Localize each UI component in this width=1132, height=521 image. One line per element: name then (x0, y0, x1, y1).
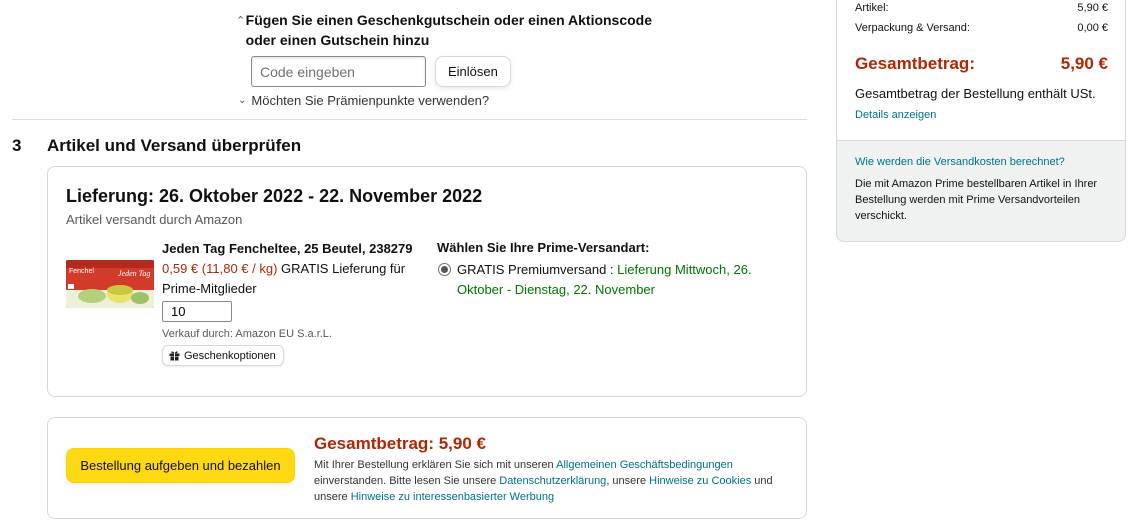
reward-points-toggle[interactable]: ⌄ Möchten Sie Prämienpunkte verwenden? (238, 93, 489, 108)
summary-items-label: Artikel: (855, 2, 889, 14)
order-total: Gesamtbetrag: 5,90 € (314, 434, 486, 454)
order-total-value: 5,90 € (438, 434, 486, 453)
product-image-brand: Jeden Tag (118, 269, 151, 278)
legal-text-3: , unsere (606, 475, 647, 487)
quantity-input[interactable] (162, 301, 232, 322)
unit-price: (11,80 € / kg) (201, 261, 278, 276)
radio-selected-icon[interactable] (438, 263, 451, 276)
section-number: 3 (12, 136, 22, 155)
code-input[interactable] (251, 56, 426, 87)
gift-code-header[interactable]: ⌃ Fügen Sie einen Geschenkgutschein oder… (236, 10, 656, 50)
section-divider (12, 119, 807, 120)
order-legal-text: Mit Ihrer Bestellung erklären Sie sich m… (314, 457, 794, 505)
legal-text-1: Mit Ihrer Bestellung erklären Sie sich m… (314, 459, 554, 471)
gift-options-button[interactable]: Geschenkoptionen (162, 345, 284, 366)
summary-items-row: Artikel: 5,90 € (855, 2, 1108, 14)
product-name[interactable]: Jeden Tag Fencheltee, 25 Beutel, 238279 (162, 239, 427, 259)
shipment-card: Lieferung: 26. Oktober 2022 - 22. Novemb… (47, 166, 807, 397)
product-info: Jeden Tag Fencheltee, 25 Beutel, 238279 … (162, 239, 427, 366)
summary-shipping-label: Verpackung & Versand: (855, 22, 970, 34)
shipped-by-text: Artikel versandt durch Amazon (66, 212, 243, 227)
sold-by-text: Verkauf durch: Amazon EU S.a.r.L. (162, 328, 332, 340)
legal-text-2: einverstanden. Bitte lesen Sie unsere (314, 475, 497, 487)
prime-option-text: GRATIS Premiumversand : Lieferung Mittwo… (457, 260, 792, 300)
summary-vat-text: Gesamtbetrag der Bestellung enthält USt. (855, 86, 1096, 101)
prime-shipping-title: Wählen Sie Ihre Prime-Versandart: (437, 240, 650, 255)
gift-code-section: ⌃ Fügen Sie einen Geschenkgutschein oder… (236, 10, 656, 50)
ads-link[interactable]: Hinweise zu interessenbasierter Werbung (351, 491, 554, 503)
place-order-card: Bestellung aufgeben und bezahlen Gesamtb… (47, 417, 807, 519)
prime-shipping-block: Wählen Sie Ihre Prime-Versandart: GRATIS… (437, 239, 792, 300)
product-image[interactable]: Fenchel Jeden Tag (66, 260, 154, 308)
gift-code-title: Fügen Sie einen Geschenkgutschein oder e… (245, 12, 653, 48)
delivery-date-title: Lieferung: 26. Oktober 2022 - 22. Novemb… (66, 186, 483, 206)
privacy-link[interactable]: Datenschutzerklärung (499, 475, 606, 487)
reward-points-label: Möchten Sie Prämienpunkte verwenden? (251, 93, 490, 108)
redeem-button[interactable]: Einlösen (435, 56, 511, 87)
prime-option-label: GRATIS Premiumversand : (457, 262, 614, 277)
price-line: 0,59 € (11,80 € / kg) GRATIS Lieferung f… (162, 259, 427, 299)
summary-items-value: 5,90 € (1077, 2, 1108, 14)
summary-vat: Gesamtbetrag der Bestellung enthält USt.… (855, 84, 1115, 125)
shipping-note: GRATIS Lieferung für Prime-Mitglieder (162, 261, 406, 296)
chevron-down-icon: ⌄ (238, 95, 247, 106)
order-summary: Artikel: 5,90 € Verpackung & Versand: 0,… (836, 0, 1126, 150)
chevron-up-icon[interactable]: ⌃ (236, 14, 246, 27)
summary-total-value: 5,90 € (1060, 54, 1108, 73)
shipping-cost-link[interactable]: Wie werden die Versandkosten berechnet? (855, 156, 1065, 168)
summary-shipping-value: 0,00 € (1077, 22, 1108, 34)
product-price: 0,59 € (162, 261, 199, 276)
place-order-button[interactable]: Bestellung aufgeben und bezahlen (66, 448, 295, 483)
gift-icon (169, 351, 180, 361)
order-total-label: Gesamtbetrag: (314, 434, 434, 453)
vat-details-link[interactable]: Details anzeigen (855, 109, 936, 121)
shipping-cost-info-text: Die mit Amazon Prime bestellbaren Artike… (855, 178, 1098, 222)
summary-total-label: Gesamtbetrag: (855, 54, 975, 73)
summary-total-row: Gesamtbetrag: 5,90 € (855, 54, 1108, 74)
section-title: Artikel und Versand überprüfen (47, 136, 302, 155)
prime-shipping-option[interactable]: GRATIS Premiumversand : Lieferung Mittwo… (437, 260, 792, 300)
shipping-cost-info: Wie werden die Versandkosten berechnet? … (836, 140, 1126, 242)
terms-link[interactable]: Allgemeinen Geschäftsbedingungen (556, 459, 733, 471)
cookies-link[interactable]: Hinweise zu Cookies (649, 475, 751, 487)
code-entry-row: Einlösen (251, 56, 511, 87)
gift-options-label: Geschenkoptionen (184, 349, 276, 362)
product-image-label: Fenchel (69, 268, 94, 275)
summary-shipping-row: Verpackung & Versand: 0,00 € (855, 22, 1108, 34)
